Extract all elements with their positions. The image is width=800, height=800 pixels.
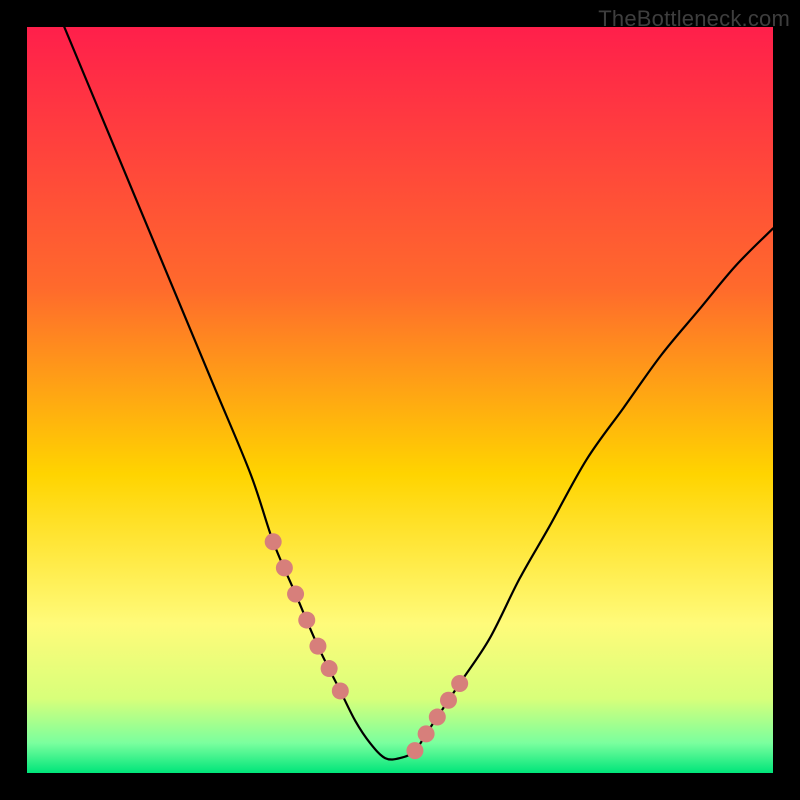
highlight-dot [265, 533, 282, 550]
highlight-dot [332, 682, 349, 699]
highlight-dot [276, 559, 293, 576]
highlight-dot [429, 709, 446, 726]
watermark-text: TheBottleneck.com [598, 6, 790, 32]
highlight-dot [418, 725, 435, 742]
curve-layer [27, 27, 773, 773]
highlight-dot [298, 612, 315, 629]
highlight-dot [287, 585, 304, 602]
highlight-dots-left [265, 533, 349, 699]
highlight-dot [406, 742, 423, 759]
highlight-dot [321, 660, 338, 677]
highlight-dot [451, 675, 468, 692]
highlight-dot [309, 638, 326, 655]
bottleneck-curve [64, 27, 773, 760]
highlight-dots-right [406, 675, 468, 759]
highlight-dot [440, 692, 457, 709]
chart-frame [27, 27, 773, 773]
